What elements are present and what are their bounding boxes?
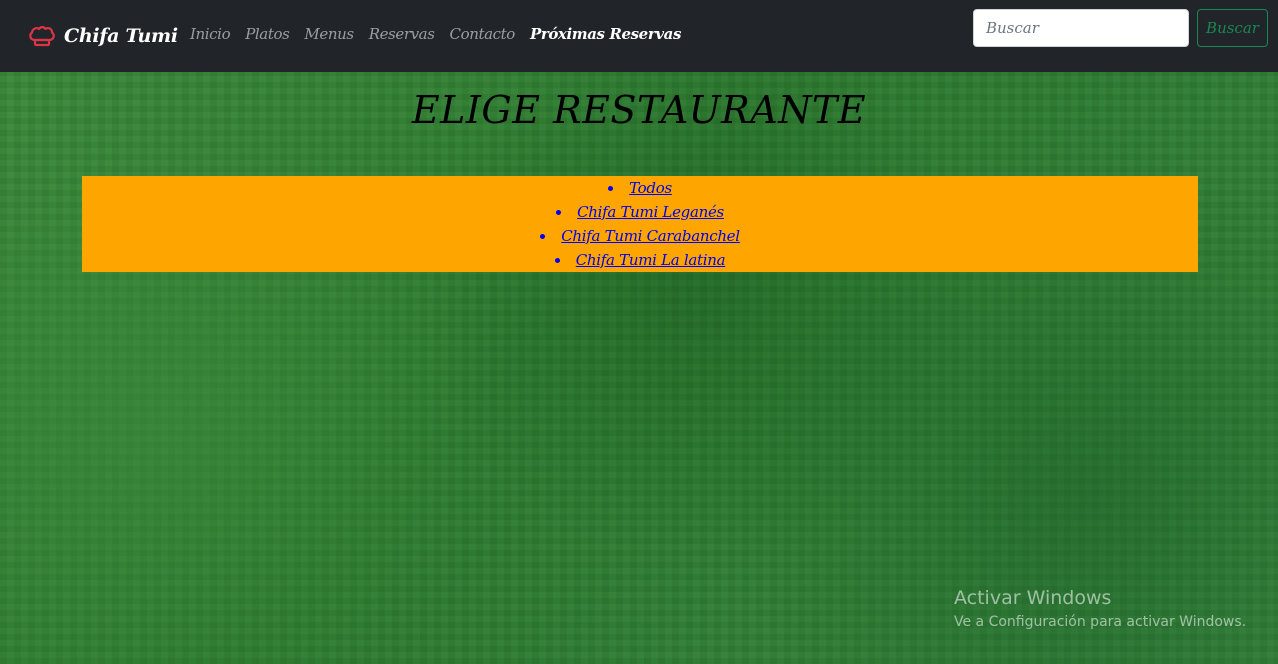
nav-link-contacto[interactable]: Contacto (450, 25, 516, 43)
list-item: Chifa Tumi La latina (82, 248, 1198, 272)
nav-link-reservas[interactable]: Reservas (369, 25, 435, 43)
watermark-title: Activar Windows (954, 587, 1112, 609)
nav-link-proximas-reservas[interactable]: Próximas Reservas (530, 25, 681, 43)
brand-link[interactable]: Chifa Tumi (28, 22, 178, 50)
restaurant-list-panel: Todos Chifa Tumi Leganés Chifa Tumi Cara… (82, 176, 1198, 272)
windows-activation-watermark: Activar Windows Ve a Configuración para … (954, 586, 1246, 632)
brand-name: Chifa Tumi (64, 25, 178, 47)
restaurant-list: Todos Chifa Tumi Leganés Chifa Tumi Cara… (82, 176, 1198, 272)
nav-link-menus[interactable]: Menus (304, 25, 354, 43)
nav-links: Inicio Platos Menus Reservas Contacto Pr… (190, 24, 696, 43)
search-button[interactable]: Buscar (1197, 9, 1268, 47)
restaurant-link-leganes[interactable]: Chifa Tumi Leganés (577, 203, 724, 221)
page-title: ELIGE RESTAURANTE (411, 88, 867, 132)
restaurant-link-carabanchel[interactable]: Chifa Tumi Carabanchel (561, 227, 740, 245)
restaurant-link-la-latina[interactable]: Chifa Tumi La latina (576, 251, 726, 269)
list-item: Chifa Tumi Carabanchel (82, 224, 1198, 248)
nav-link-inicio[interactable]: Inicio (190, 25, 231, 43)
navbar: Chifa Tumi Inicio Platos Menus Reservas … (0, 0, 1278, 72)
restaurant-link-todos[interactable]: Todos (629, 179, 672, 197)
list-item: Todos (82, 176, 1198, 200)
chef-hat-icon (28, 25, 56, 47)
list-item: Chifa Tumi Leganés (82, 200, 1198, 224)
watermark-subtitle: Ve a Configuración para activar Windows. (954, 614, 1247, 630)
search-input[interactable] (973, 9, 1189, 47)
nav-link-platos[interactable]: Platos (245, 25, 290, 43)
